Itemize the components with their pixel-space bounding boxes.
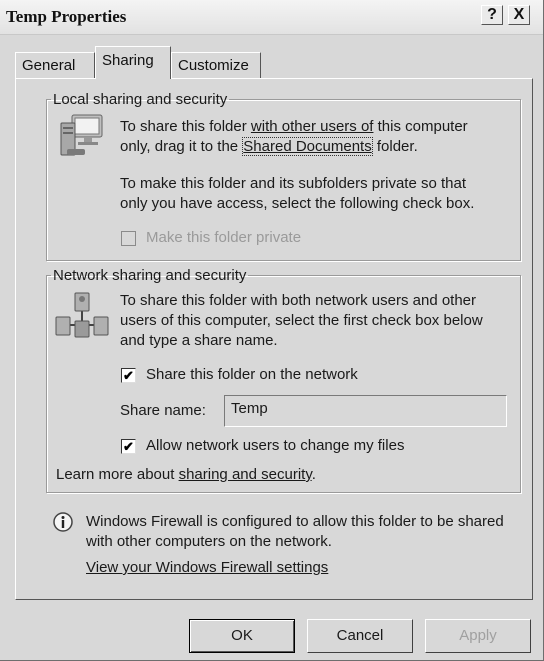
help-button[interactable]: ? <box>481 5 503 25</box>
learn-more-text: Learn more about <box>56 466 179 483</box>
share-name-label: Share name: <box>120 402 206 419</box>
learn-more-end: . <box>311 466 316 483</box>
window-title: Temp Properties <box>6 7 127 26</box>
local-sharing-text-line1: To share this folder with other users of… <box>120 117 515 137</box>
make-private-label: Make this folder private <box>146 229 302 246</box>
ok-button[interactable]: OK <box>189 619 295 653</box>
learn-more-line: Learn more about sharing and security. <box>56 465 516 485</box>
private-info-line2: only you have access, select the followi… <box>120 195 475 212</box>
properties-dialog: Temp Properties ? X General Sharing Cust… <box>0 0 544 661</box>
local-text-part: folder. <box>372 138 418 155</box>
tab-sharing[interactable]: Sharing <box>95 46 171 79</box>
tab-general[interactable]: General <box>15 52 95 78</box>
tab-panel-sharing: Local sharing and security To share this… <box>15 78 533 600</box>
computer-icon <box>58 113 108 161</box>
share-name-input[interactable]: Temp <box>224 395 507 427</box>
local-sharing-text-line2: only, drag it to the Shared Documents fo… <box>120 137 515 157</box>
shared-documents-link[interactable]: Shared Documents <box>242 137 373 156</box>
title-bar: Temp Properties ? X <box>0 0 543 35</box>
with-other-users-link[interactable]: with other users of <box>251 118 374 135</box>
firewall-info-line1: Windows Firewall is configured to allow … <box>86 513 504 530</box>
network-info-line3: and type a share name. <box>120 332 278 349</box>
allow-change-label: Allow network users to change my files <box>146 437 405 454</box>
tab-customize[interactable]: Customize <box>171 52 261 78</box>
sharing-and-security-link[interactable]: sharing and security <box>179 466 312 483</box>
local-text-part: only, drag it to the <box>120 138 243 155</box>
network-sharing-legend: Network sharing and security <box>53 267 247 284</box>
share-folder-label: Share this folder on the network <box>146 366 358 383</box>
firewall-info-line2: with other computers on the network. <box>86 533 332 550</box>
allow-change-checkbox[interactable]: ✔ <box>121 439 136 454</box>
network-info-line2: users of this computer, select the first… <box>120 312 483 329</box>
apply-button[interactable]: Apply <box>425 619 531 653</box>
local-text-part: this computer <box>373 118 468 135</box>
network-computers-icon <box>54 289 110 341</box>
local-sharing-legend: Local sharing and security <box>53 91 228 108</box>
network-info-line1: To share this folder with both network u… <box>120 292 477 309</box>
firewall-settings-link[interactable]: View your Windows Firewall settings <box>86 558 328 578</box>
cancel-button[interactable]: Cancel <box>307 619 413 653</box>
close-button[interactable]: X <box>508 5 530 25</box>
local-text-part: To share this folder <box>120 118 251 135</box>
info-icon <box>52 511 74 533</box>
private-info-line1: To make this folder and its subfolders p… <box>120 175 467 192</box>
make-private-checkbox[interactable] <box>121 231 136 246</box>
share-folder-checkbox[interactable]: ✔ <box>121 368 136 383</box>
